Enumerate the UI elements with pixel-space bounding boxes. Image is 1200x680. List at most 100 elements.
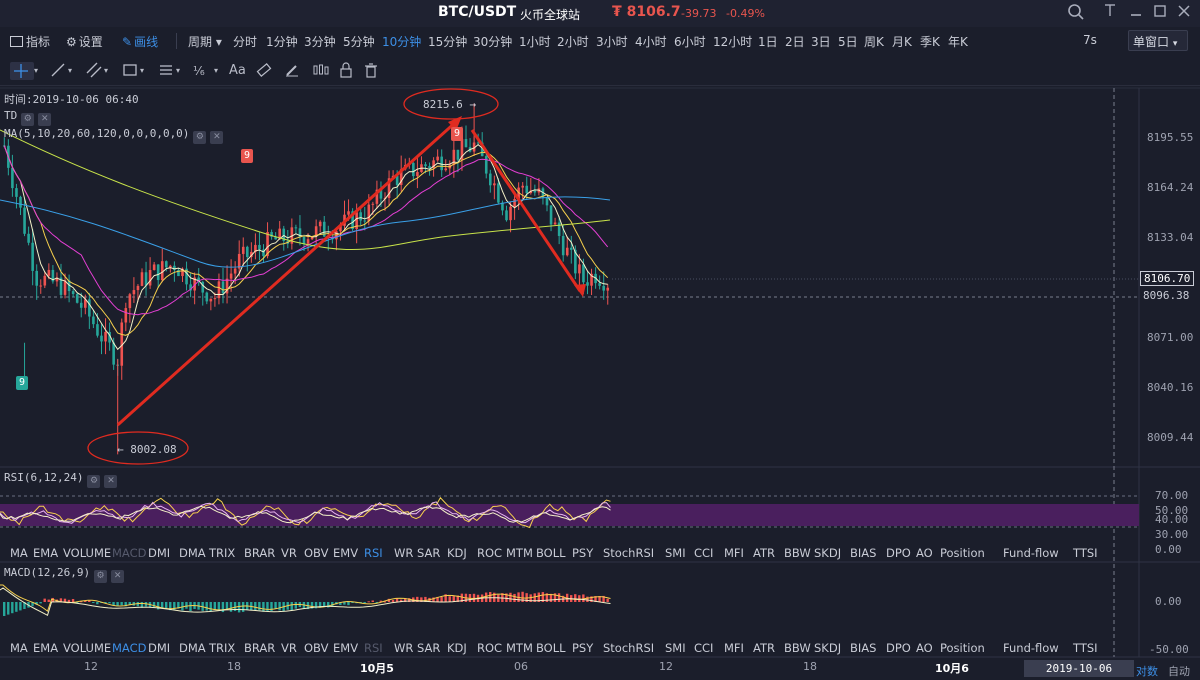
candle-body [493,183,496,186]
indicator-tab-psy[interactable]: PSY [572,641,593,655]
gear-icon[interactable]: ⚙ [193,131,207,144]
indicator-tab-brar[interactable]: BRAR [244,641,275,655]
indicator-tab-ttsi[interactable]: TTSI [1073,641,1098,655]
indicator-tab-roc[interactable]: ROC [477,546,502,560]
time-axis-tick: 12 [84,660,98,673]
indicator-tab-psy[interactable]: PSY [572,546,593,560]
indicator-tab-emv[interactable]: EMV [333,641,358,655]
close-icon[interactable]: ✕ [38,113,52,126]
indicator-tab-ao[interactable]: AO [916,641,933,655]
candle-body [156,264,160,281]
indicator-tab-ema[interactable]: EMA [33,546,58,560]
indicator-tab-sar[interactable]: SAR [417,546,440,560]
indicator-tab-cci[interactable]: CCI [694,641,713,655]
macd-histogram-bar [578,595,581,602]
indicator-tab-mfi[interactable]: MFI [724,546,744,560]
indicator-tab-brar[interactable]: BRAR [244,546,275,560]
candle-body [561,235,565,256]
rsi-axis-tick: 70.00 [1155,489,1189,502]
indicator-tab-dpo[interactable]: DPO [886,546,911,560]
indicator-tab-rsi[interactable]: RSI [364,641,383,655]
indicator-tab-smi[interactable]: SMI [665,641,686,655]
indicator-tab-dma[interactable]: DMA [179,641,206,655]
candle-body [241,246,245,254]
indicator-tab-trix[interactable]: TRIX [209,546,235,560]
indicator-tab-vr[interactable]: VR [281,546,297,560]
td-buy-marker: 9 [16,376,28,390]
macd-histogram-bar [237,602,241,613]
cursor-time-box: 2019-10-06 06:40:00 [1024,660,1134,680]
macd-histogram-bar [181,602,184,611]
indicator-tab-macd[interactable]: MACD [112,546,146,560]
indicator-tab-dmi[interactable]: DMI [148,641,170,655]
indicator-tab-obv[interactable]: OBV [304,641,328,655]
log-scale-toggle[interactable]: 对数 [1136,663,1158,679]
indicator-tab-roc[interactable]: ROC [477,641,502,655]
indicator-tab-mtm[interactable]: MTM [506,546,533,560]
indicator-tab-ma[interactable]: MA [10,641,28,655]
indicator-tab-bias[interactable]: BIAS [850,546,876,560]
indicator-tab-trix[interactable]: TRIX [209,641,235,655]
candle-body [440,156,443,171]
gear-icon[interactable]: ⚙ [94,570,108,583]
indicator-tab-boll[interactable]: BOLL [536,546,566,560]
indicator-tab-ao[interactable]: AO [916,546,933,560]
indicator-tab-vr[interactable]: VR [281,641,297,655]
indicator-tab-atr[interactable]: ATR [753,641,775,655]
indicator-tab-sar[interactable]: SAR [417,641,440,655]
indicator-tab-cci[interactable]: CCI [694,546,713,560]
rsi-axis-tick: 30.00 [1155,528,1189,541]
indicator-tab-kdj[interactable]: KDJ [447,641,467,655]
macd-histogram-bar [152,602,156,608]
indicator-tab-macd[interactable]: MACD [112,641,146,655]
indicator-tab-position[interactable]: Position [940,641,985,655]
macd-histogram-bar [185,602,188,609]
indicator-tab-dpo[interactable]: DPO [886,641,911,655]
macd-histogram-bar [347,602,350,606]
indicator-tab-stochrsi[interactable]: StochRSI [603,641,654,655]
indicator-tab-skdj[interactable]: SKDJ [814,641,841,655]
indicator-tab-bbw[interactable]: BBW [784,641,811,655]
indicator-tab-ema[interactable]: EMA [33,641,58,655]
indicator-tab-dmi[interactable]: DMI [148,546,170,560]
indicator-tab-volume[interactable]: VOLUME [63,546,111,560]
gear-icon[interactable]: ⚙ [87,475,101,488]
candle-body [88,299,91,317]
td-indicator-label: TD ⚙ ✕ [4,109,52,126]
price-chart[interactable] [0,0,1200,680]
indicator-tab-ttsi[interactable]: TTSI [1073,546,1098,560]
indicator-tab-skdj[interactable]: SKDJ [814,546,841,560]
indicator-tab-position[interactable]: Position [940,546,985,560]
indicator-tab-mtm[interactable]: MTM [506,641,533,655]
indicator-tab-stochrsi[interactable]: StochRSI [603,546,654,560]
close-icon[interactable]: ✕ [210,131,224,144]
indicator-tab-volume[interactable]: VOLUME [63,641,111,655]
indicator-tab-boll[interactable]: BOLL [536,641,566,655]
indicator-tab-smi[interactable]: SMI [665,546,686,560]
indicator-tab-wr[interactable]: WR [394,546,413,560]
indicator-tab-bias[interactable]: BIAS [850,641,876,655]
price-axis-tick: 8195.55 [1147,131,1194,144]
macd-histogram-bar [290,602,293,611]
macd-histogram-bar [205,602,208,611]
auto-scale-toggle[interactable]: 自动 [1168,663,1190,679]
indicator-tab-bbw[interactable]: BBW [784,546,811,560]
candle-body [63,280,67,295]
close-icon[interactable]: ✕ [111,570,125,583]
indicator-tab-emv[interactable]: EMV [333,546,358,560]
indicator-tab-ma[interactable]: MA [10,546,28,560]
close-icon[interactable]: ✕ [104,475,118,488]
indicator-tab-wr[interactable]: WR [394,641,413,655]
indicator-tab-dma[interactable]: DMA [179,546,206,560]
gear-icon[interactable]: ⚙ [21,113,35,126]
indicator-tab-kdj[interactable]: KDJ [447,546,467,560]
indicator-tab-fund-flow[interactable]: Fund-flow [1003,546,1059,560]
indicator-tab-atr[interactable]: ATR [753,546,775,560]
indicator-tab-fund-flow[interactable]: Fund-flow [1003,641,1059,655]
candle-body [302,236,306,244]
indicator-tab-rsi[interactable]: RSI [364,546,383,560]
candle-body [549,205,553,225]
indicator-tab-mfi[interactable]: MFI [724,641,744,655]
candle-body [606,287,610,291]
indicator-tab-obv[interactable]: OBV [304,546,328,560]
